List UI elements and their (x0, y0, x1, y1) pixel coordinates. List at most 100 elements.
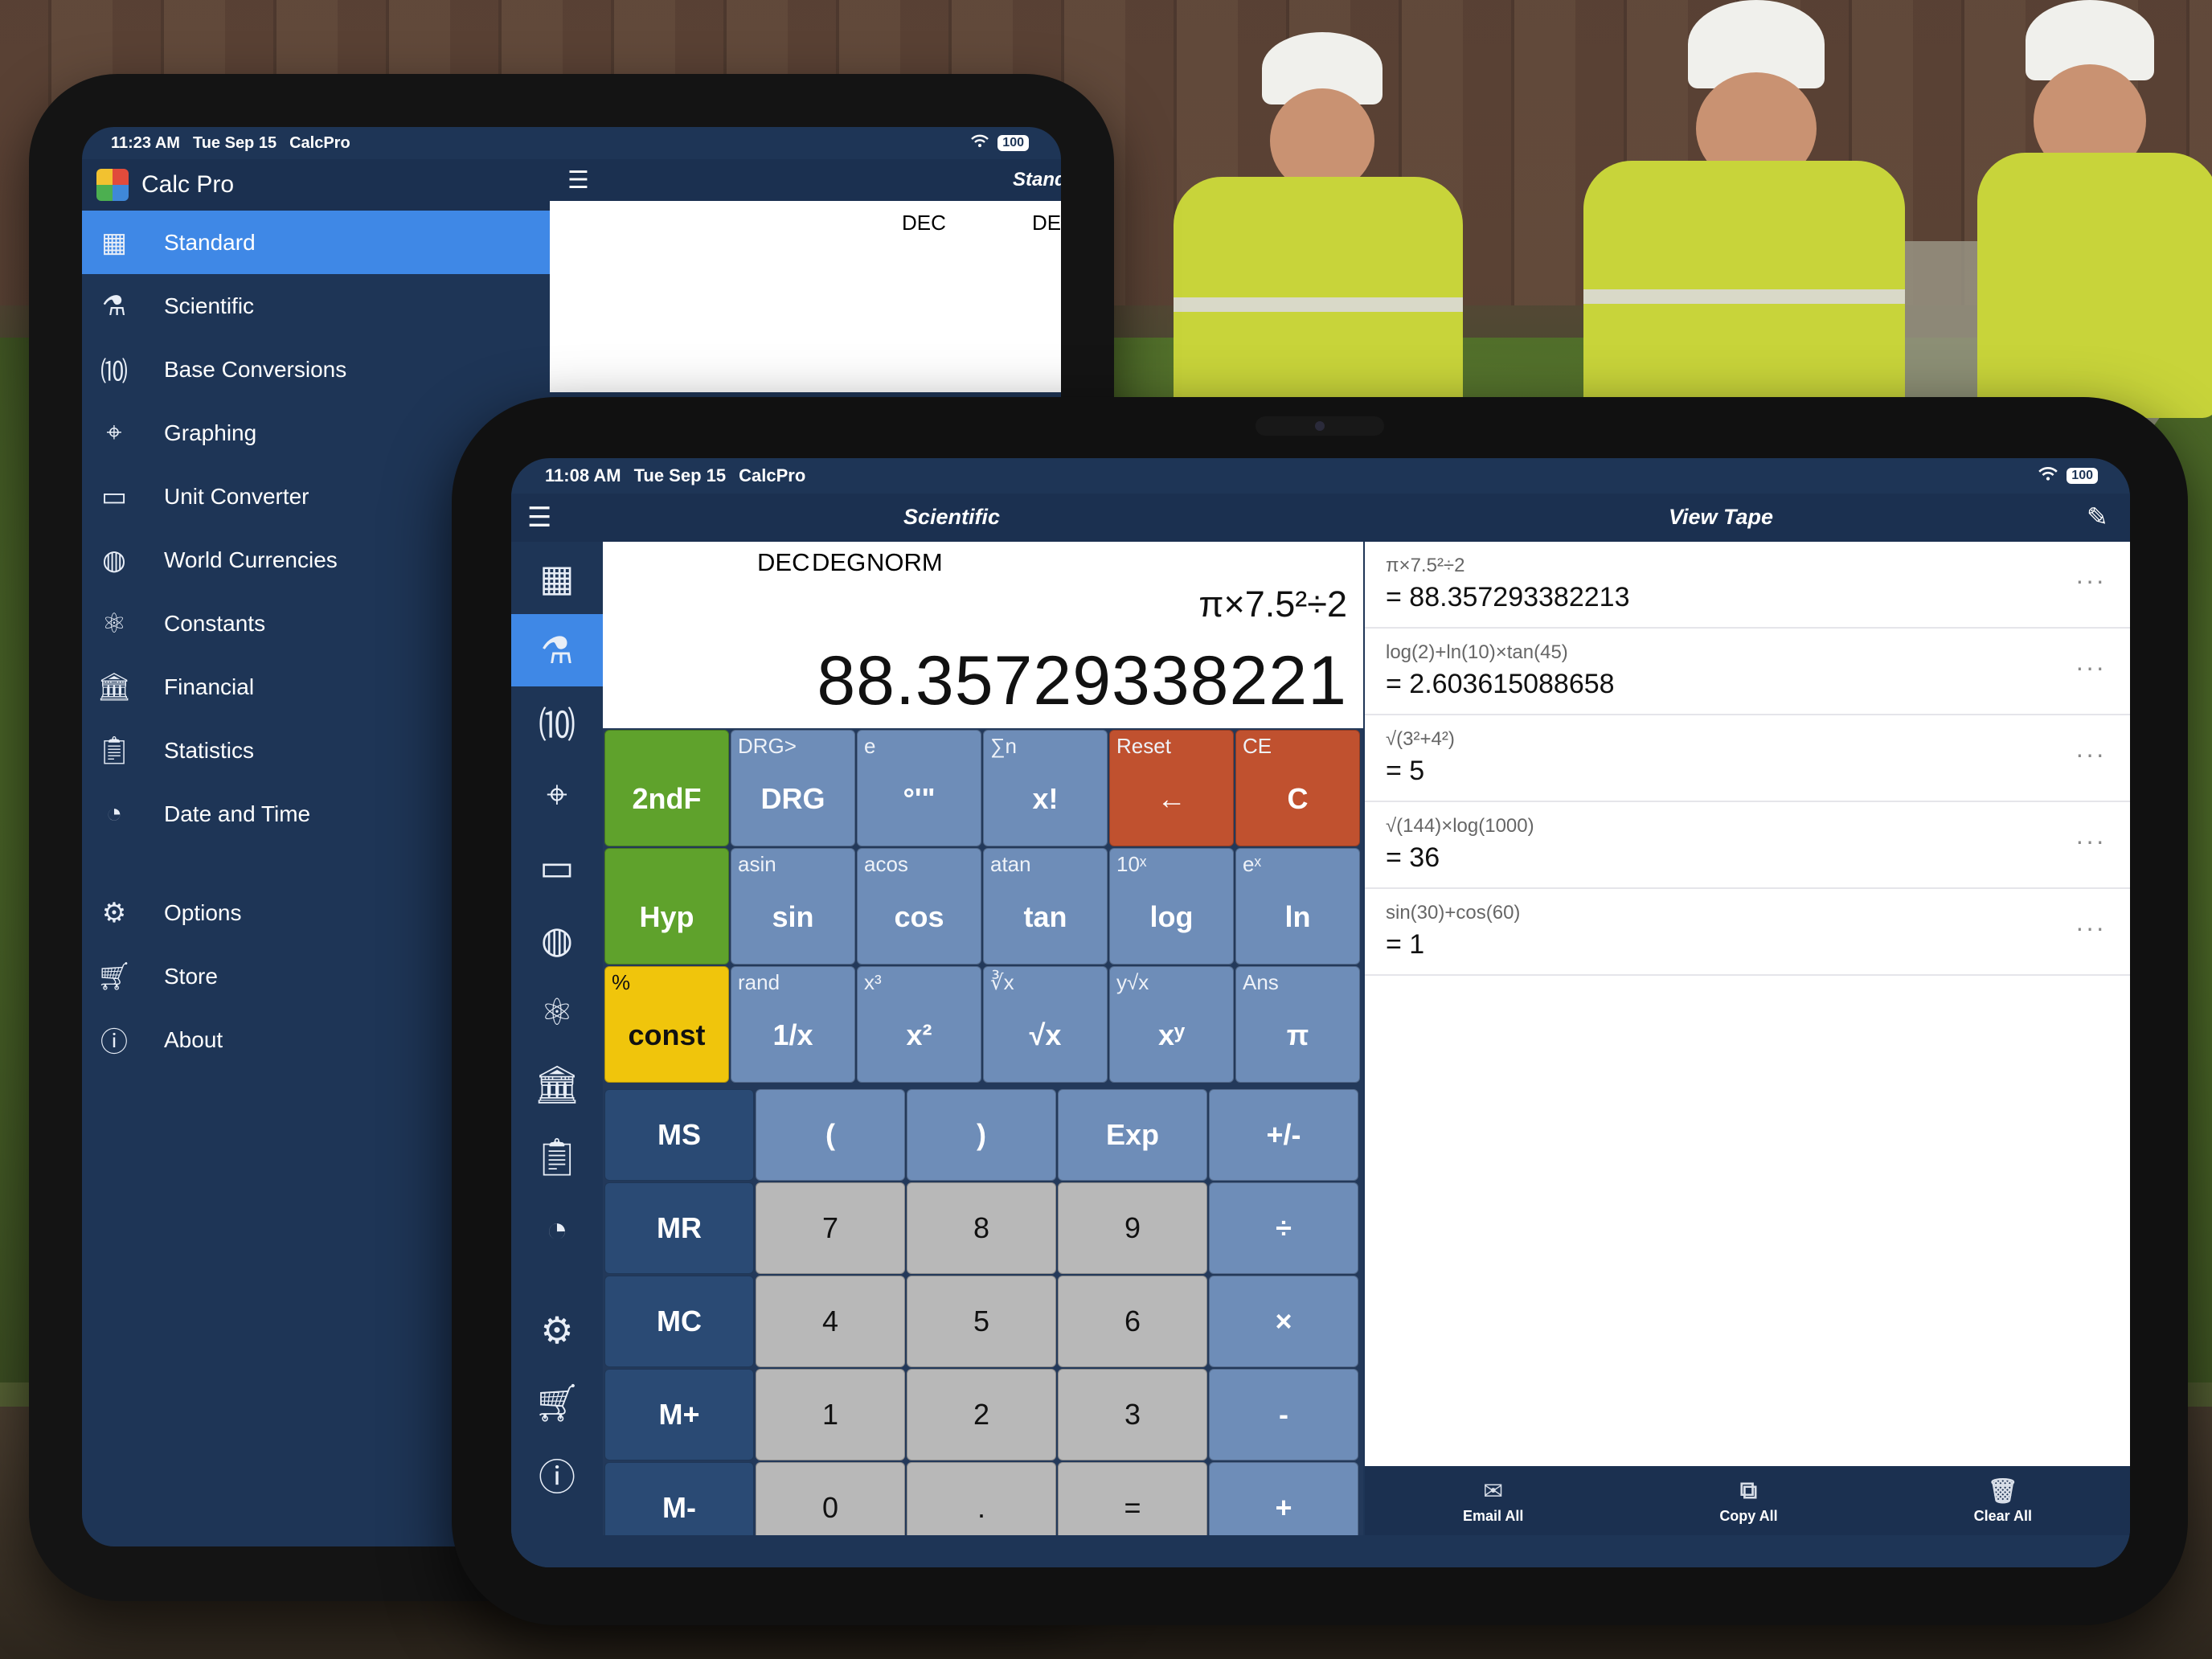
rail-button-graph-axes[interactable]: ⌖ (511, 759, 603, 831)
wifi-icon (2038, 465, 2058, 486)
sidebar-item-label: Store (164, 963, 218, 989)
key-([interactable]: ( (756, 1089, 905, 1181)
more-options-icon[interactable]: ··· (2075, 566, 2106, 596)
key-label: tan (1023, 899, 1067, 933)
calculator-icon: ▦ (100, 227, 128, 258)
key-°'"[interactable]: e °'" (857, 730, 981, 846)
key-+/-[interactable]: +/- (1209, 1089, 1358, 1181)
key-÷[interactable]: ÷ (1209, 1182, 1358, 1274)
key--[interactable]: - (1209, 1369, 1358, 1460)
key-MR[interactable]: MR (604, 1182, 754, 1274)
rail-separator (511, 1265, 603, 1294)
cart-icon: 🛒︎ (533, 1381, 581, 1423)
key-7[interactable]: 7 (756, 1182, 905, 1274)
rail-button-gear[interactable]: ⚙ (511, 1294, 603, 1366)
key-2ndF[interactable]: 2ndF (604, 730, 729, 846)
tape-expression: sin(30)+cos(60) (1386, 902, 1521, 924)
tape-entry[interactable]: √(144)×log(1000) = 36 ··· (1365, 802, 2130, 889)
key-x²[interactable]: x³ x² (857, 966, 981, 1083)
hamburger-menu-icon[interactable]: ☰ (527, 502, 551, 534)
rail-button-ruler[interactable]: ▭ (511, 831, 603, 903)
key-MC[interactable]: MC (604, 1276, 754, 1367)
tape-result: = 5 (1386, 756, 1425, 786)
sidebar-item-label: About (164, 1026, 223, 1052)
key-√x[interactable]: ∛x √x (983, 966, 1108, 1083)
copy-icon: ⧉ (1739, 1477, 1758, 1504)
more-options-icon[interactable]: ··· (2075, 739, 2106, 769)
rail-button-cart[interactable]: 🛒︎ (511, 1366, 603, 1439)
key-←[interactable]: Reset ← (1109, 730, 1234, 846)
tape-entry[interactable]: √(3²+4²) = 5 ··· (1365, 715, 2130, 802)
sidebar-item-scientific[interactable]: ⚗ Scientific (82, 274, 550, 338)
key-ln[interactable]: eˣ ln (1235, 848, 1360, 965)
key-6[interactable]: 6 (1058, 1276, 1207, 1367)
key-3[interactable]: 3 (1058, 1369, 1207, 1460)
key-tan[interactable]: atan tan (983, 848, 1108, 965)
status-time: 11:08 AM (545, 465, 621, 485)
wifi-icon (970, 133, 989, 153)
icon-rail: ▦ ⚗ ⑽ ⌖ ▭ ◍ ⚛ 🏛︎ 📋︎ ◔ ⚙ 🛒︎ ⓘ (511, 542, 603, 1567)
key-8[interactable]: 8 (907, 1182, 1056, 1274)
more-options-icon[interactable]: ··· (2075, 826, 2106, 856)
tape-entry[interactable]: sin(30)+cos(60) = 1 ··· (1365, 889, 2130, 976)
sidebar-item-label: Constants (164, 610, 266, 636)
rail-button-globe[interactable]: ◍ (511, 903, 603, 976)
copy-all-button[interactable]: ⧉ Copy All (1719, 1477, 1777, 1525)
key-label: × (1275, 1305, 1292, 1337)
keypad: 2ndF DRG> DRG e °'" ∑n x! Reset ← CE C Hyp asin sin ac… (603, 728, 1363, 1564)
more-options-icon[interactable]: ··· (2075, 653, 2106, 682)
pen-edit-icon[interactable]: ✎ (2087, 502, 2108, 532)
key-cos[interactable]: acos cos (857, 848, 981, 965)
key-4[interactable]: 4 (756, 1276, 905, 1367)
rail-button-base-conversion[interactable]: ⑽ (511, 686, 603, 759)
key-M+[interactable]: M+ (604, 1369, 754, 1460)
key-C[interactable]: CE C (1235, 730, 1360, 846)
key-DRG[interactable]: DRG> DRG (731, 730, 855, 846)
key-secondary-label: e (864, 734, 876, 758)
tape-expression: √(144)×log(1000) (1386, 815, 1534, 837)
rail-button-calculator[interactable]: ▦ (511, 542, 603, 614)
sidebar-item-standard[interactable]: ▦ Standard (82, 211, 550, 274)
base-conversion-icon: ⑽ (539, 704, 576, 746)
worker-figure (1567, 0, 1921, 418)
more-options-icon[interactable]: ··· (2075, 913, 2106, 943)
key-5[interactable]: 5 (907, 1276, 1056, 1367)
key-secondary-label: DRG> (738, 734, 797, 758)
hamburger-menu-icon[interactable]: ☰ (567, 166, 589, 195)
rail-button-info[interactable]: ⓘ (511, 1439, 603, 1511)
sidebar-item-label: Financial (164, 674, 255, 699)
rail-button-microscope[interactable]: ⚗ (511, 614, 603, 686)
key-π[interactable]: Ans π (1235, 966, 1360, 1083)
key-)[interactable]: ) (907, 1089, 1056, 1181)
key-Hyp[interactable]: Hyp (604, 848, 729, 965)
rail-button-atom[interactable]: ⚛ (511, 976, 603, 1048)
key-const[interactable]: % const (604, 966, 729, 1083)
rail-button-clipboard-chart[interactable]: 📋︎ (511, 1120, 603, 1193)
email-all-button[interactable]: ✉ Email All (1463, 1477, 1523, 1525)
key-MS[interactable]: MS (604, 1089, 754, 1181)
key-label: 2 (973, 1398, 990, 1431)
tape-result: = 1 (1386, 929, 1425, 960)
sidebar-item-base-conversions[interactable]: ⑽ Base Conversions (82, 338, 550, 401)
key-xʸ[interactable]: y√x xʸ (1109, 966, 1234, 1083)
key-Exp[interactable]: Exp (1058, 1089, 1207, 1181)
key-2[interactable]: 2 (907, 1369, 1056, 1460)
display-mode-notation: NORM (866, 548, 943, 576)
key-sin[interactable]: asin sin (731, 848, 855, 965)
key-label: log (1149, 899, 1194, 933)
graph-axes-icon: ⌖ (106, 417, 122, 448)
clear-all-button[interactable]: 🗑︎ Clear All (1974, 1477, 2032, 1525)
key-log[interactable]: 10ˣ log (1109, 848, 1234, 965)
rail-button-bank[interactable]: 🏛︎ (511, 1048, 603, 1120)
tape-entry[interactable]: π×7.5²÷2 = 88.357293382213 ··· (1365, 542, 2130, 629)
key-×[interactable]: × (1209, 1276, 1358, 1367)
tape-entry[interactable]: log(2)+ln(10)×tan(45) = 2.603615088658 ··· (1365, 629, 2130, 715)
key-9[interactable]: 9 (1058, 1182, 1207, 1274)
key-label: 4 (821, 1305, 839, 1337)
key-1/x[interactable]: rand 1/x (731, 966, 855, 1083)
tape-expression: √(3²+4²) (1386, 728, 1455, 750)
key-x![interactable]: ∑n x! (983, 730, 1108, 846)
rail-button-clock-calendar[interactable]: ◔ (511, 1193, 603, 1265)
battery-icon: 100 (997, 135, 1029, 151)
key-1[interactable]: 1 (756, 1369, 905, 1460)
